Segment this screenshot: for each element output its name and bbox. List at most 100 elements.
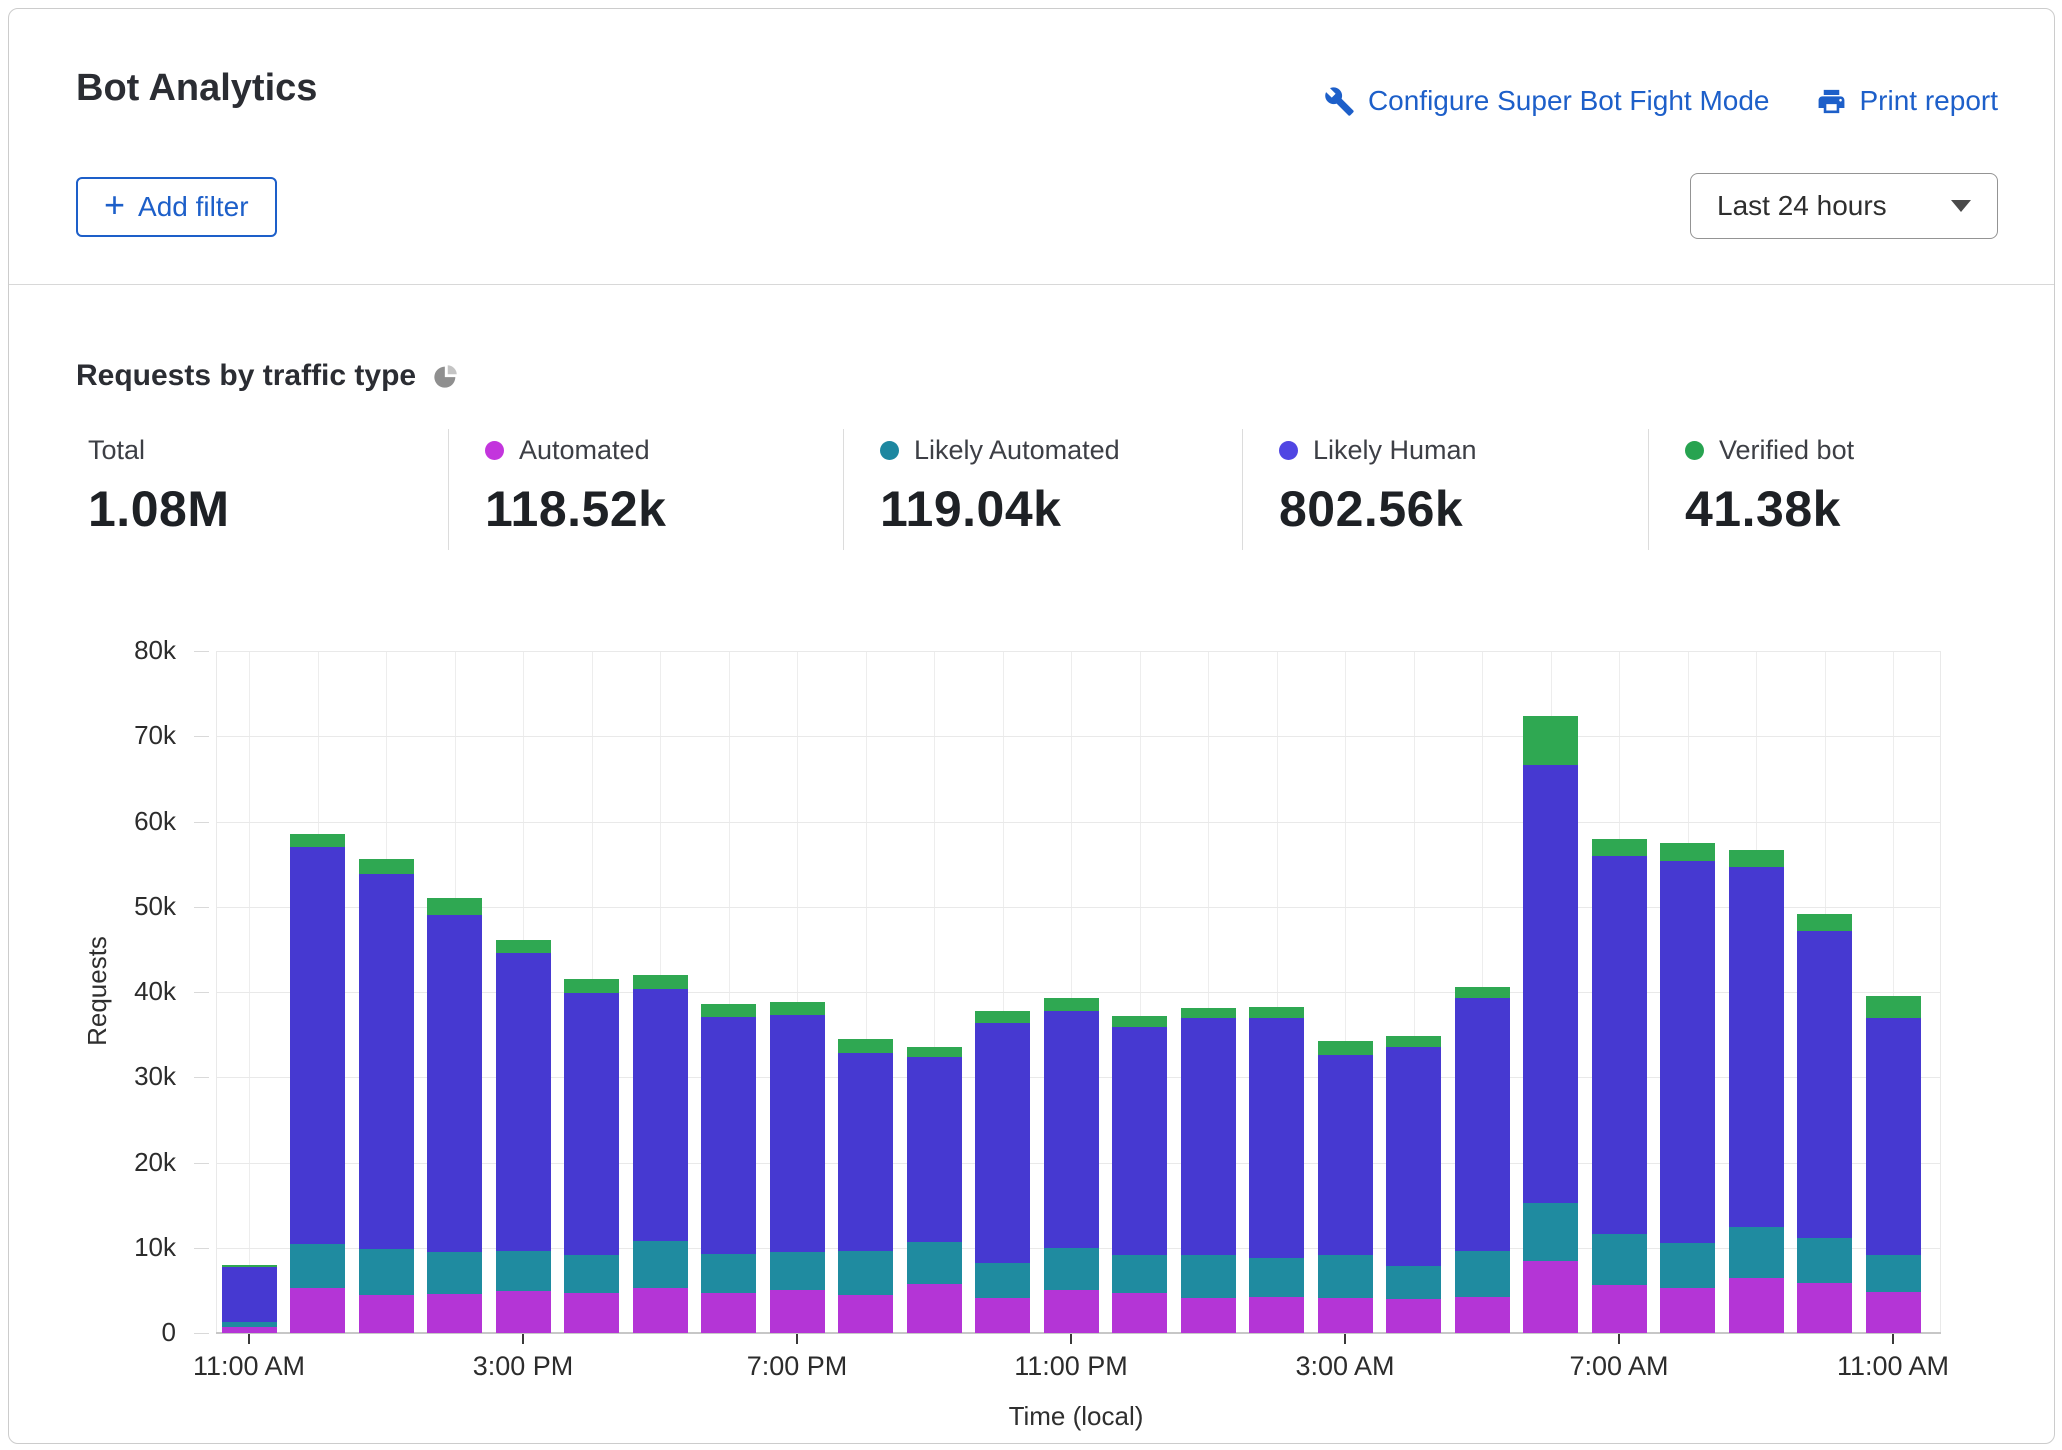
chart-plot-area [216,651,1941,1333]
chart-bar[interactable] [1044,998,1099,1333]
add-filter-button[interactable]: + Add filter [76,177,277,237]
bar-segment-automated [564,1293,619,1333]
bar-segment-likely-automated [1386,1266,1441,1299]
bar-segment-verified-bot [1660,843,1715,861]
bar-segment-likely-human [290,847,345,1244]
bar-segment-automated [701,1293,756,1333]
chart-bar[interactable] [564,979,619,1333]
bar-segment-likely-human [564,993,619,1255]
header-links: Configure Super Bot Fight Mode Print rep… [1324,85,1998,117]
bar-segment-automated [1523,1261,1578,1333]
bar-segment-automated [1729,1278,1784,1333]
y-tick-label: 50k [66,891,176,922]
bar-segment-automated [427,1294,482,1333]
chart-bar[interactable] [1660,843,1715,1333]
x-tick-label: 7:00 PM [702,1351,892,1382]
chart-bar[interactable] [1455,987,1510,1333]
print-report-link[interactable]: Print report [1816,85,1999,117]
chart-bar[interactable] [496,940,551,1333]
y-tick-label: 60k [66,806,176,837]
bar-segment-likely-automated [907,1242,962,1284]
chart-bar[interactable] [975,1011,1030,1333]
stat-likely-human: Likely Human 802.56k [1242,429,1648,550]
chart-bar[interactable] [1318,1041,1373,1333]
bot-analytics-card: Bot Analytics Configure Super Bot Fight … [8,8,2055,1444]
time-range-value: Last 24 hours [1717,190,1887,222]
chart-bar[interactable] [1386,1036,1441,1333]
chart-bar[interactable] [838,1039,893,1333]
chart-bar[interactable] [222,1265,277,1333]
bar-segment-verified-bot [975,1011,1030,1023]
plus-icon: + [104,187,125,223]
bar-segment-verified-bot [1523,716,1578,765]
y-tick [194,992,209,993]
stat-total-label: Total [88,435,145,466]
stat-automated-value: 118.52k [485,480,843,538]
time-range-dropdown[interactable]: Last 24 hours [1690,173,1998,239]
add-filter-label: Add filter [138,191,249,223]
bar-segment-verified-bot [1797,914,1852,931]
x-tick [248,1333,250,1344]
bar-segment-likely-automated [701,1254,756,1293]
chart-bar[interactable] [701,1004,756,1333]
chart-bar[interactable] [1181,1008,1236,1333]
configure-super-bot-fight-mode-link[interactable]: Configure Super Bot Fight Mode [1324,85,1770,117]
stat-automated-label: Automated [519,435,650,466]
bar-segment-likely-automated [1249,1258,1304,1297]
bar-segment-likely-human [359,874,414,1248]
x-tick-label: 11:00 PM [976,1351,1166,1382]
bar-segment-likely-human [427,915,482,1252]
bar-segment-automated [770,1290,825,1333]
bar-segment-likely-automated [290,1244,345,1287]
bar-segment-likely-human [496,953,551,1251]
pie-chart-icon [432,362,460,390]
section-title-row: Requests by traffic type [76,359,460,393]
bar-segment-verified-bot [907,1047,962,1057]
x-tick-label: 3:00 PM [428,1351,618,1382]
bar-segment-automated [359,1295,414,1333]
x-tick [1070,1333,1072,1344]
y-tick [194,1333,209,1334]
y-tick-label: 20k [66,1147,176,1178]
bar-segment-verified-bot [838,1039,893,1053]
stat-likely-human-value: 802.56k [1279,480,1648,538]
chart-bar[interactable] [290,834,345,1333]
bar-segment-likely-human [1044,1011,1099,1248]
bar-segment-verified-bot [1455,987,1510,998]
stat-verified-bot-label: Verified bot [1719,435,1854,466]
chart-bar[interactable] [633,975,688,1333]
print-link-label: Print report [1860,85,1999,117]
chart-bar[interactable] [1729,850,1784,1333]
bar-segment-automated [1318,1298,1373,1333]
bar-segment-automated [496,1291,551,1333]
chart-bar[interactable] [1112,1016,1167,1333]
bar-segment-likely-automated [1181,1255,1236,1298]
chart-bar[interactable] [1866,996,1921,1333]
stat-total: Total 1.08M [76,429,448,550]
bar-segment-automated [1455,1297,1510,1333]
section-title: Requests by traffic type [76,359,416,393]
y-tick [194,651,209,652]
bar-segment-verified-bot [1866,996,1921,1018]
chart-bar[interactable] [907,1047,962,1333]
bar-segment-likely-human [222,1267,277,1322]
y-tick-label: 30k [66,1061,176,1092]
bar-segment-likely-automated [770,1252,825,1290]
bar-segment-likely-human [1318,1055,1373,1255]
y-tick [194,907,209,908]
bar-segment-verified-bot [1181,1008,1236,1018]
bar-segment-automated [633,1288,688,1333]
chart-bar[interactable] [1592,839,1647,1333]
page-title: Bot Analytics [76,67,317,110]
y-tick [194,736,209,737]
chart-bar[interactable] [1523,716,1578,1333]
bar-segment-likely-human [838,1053,893,1252]
bar-segment-automated [975,1298,1030,1333]
chart-bar[interactable] [359,859,414,1333]
bar-segment-likely-human [1386,1047,1441,1265]
chart-bar[interactable] [427,898,482,1333]
chart-bar[interactable] [1249,1007,1304,1333]
chart-bar[interactable] [770,1002,825,1333]
chart-bar[interactable] [1797,914,1852,1333]
y-gridline [216,736,1941,737]
